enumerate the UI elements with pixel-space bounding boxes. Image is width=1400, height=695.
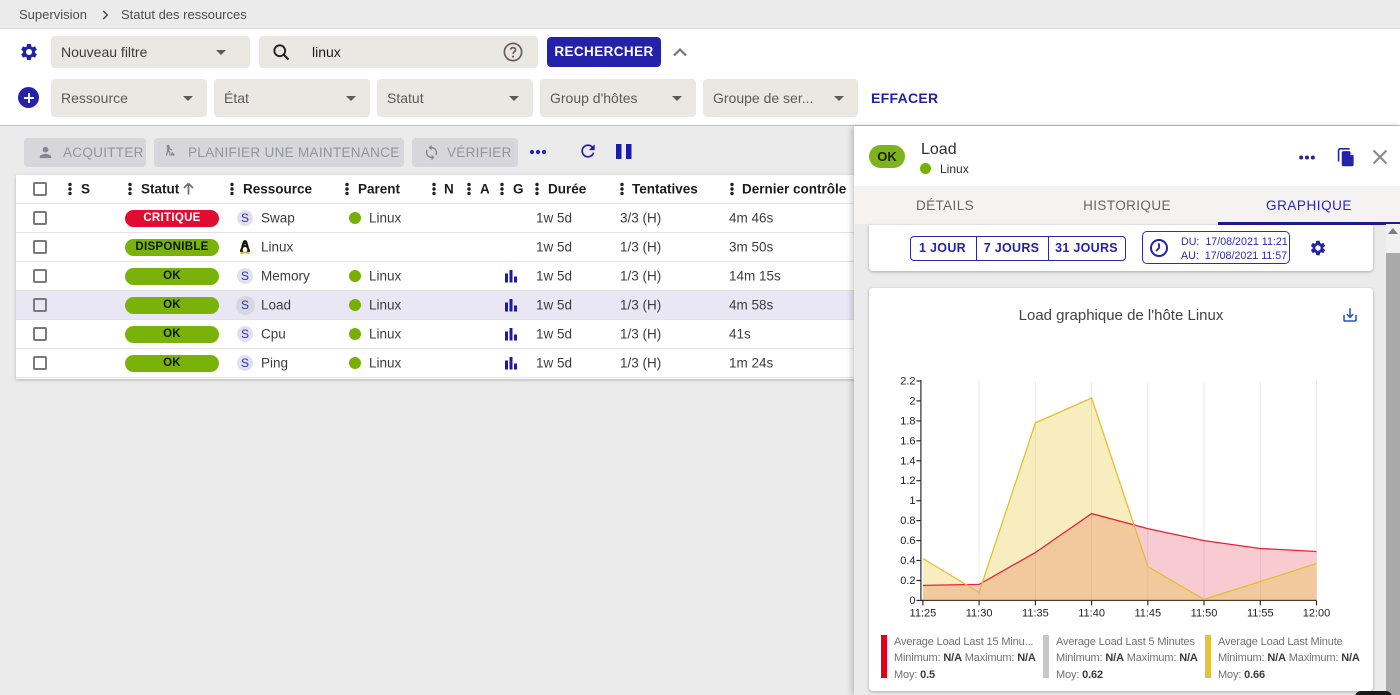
svg-text:0.6: 0.6 xyxy=(900,535,915,547)
svg-text:11:40: 11:40 xyxy=(1078,608,1105,620)
svg-text:11:35: 11:35 xyxy=(1022,608,1049,620)
svg-text:1: 1 xyxy=(909,495,915,507)
svg-text:11:25: 11:25 xyxy=(910,608,937,620)
svg-text:11:45: 11:45 xyxy=(1134,608,1161,620)
svg-text:11:30: 11:30 xyxy=(966,608,993,620)
svg-text:2: 2 xyxy=(909,395,915,407)
svg-text:1.4: 1.4 xyxy=(900,455,915,467)
svg-text:1.8: 1.8 xyxy=(900,415,915,427)
svg-text:0: 0 xyxy=(909,595,915,607)
svg-text:0.2: 0.2 xyxy=(900,575,915,587)
svg-text:11:55: 11:55 xyxy=(1247,608,1274,620)
svg-text:1.6: 1.6 xyxy=(900,435,915,447)
svg-text:1.2: 1.2 xyxy=(900,475,915,487)
svg-text:0.8: 0.8 xyxy=(900,515,915,527)
svg-text:12:00: 12:00 xyxy=(1303,608,1331,620)
svg-text:2.2: 2.2 xyxy=(900,376,915,388)
svg-text:0.4: 0.4 xyxy=(900,555,915,567)
svg-text:11:50: 11:50 xyxy=(1191,608,1218,620)
